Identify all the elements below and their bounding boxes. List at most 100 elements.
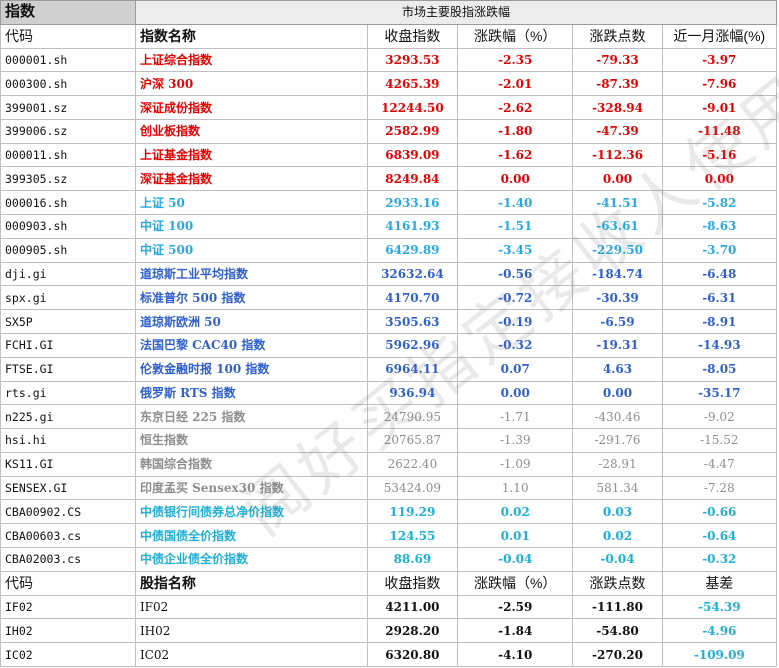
index-code: FCHI.GI [0, 332, 136, 358]
index-code: spx.gi [0, 285, 136, 311]
index-change-pct: -1.62 [457, 142, 574, 168]
index-change-pts: -0.04 [572, 546, 663, 572]
table-row: 000011.sh 上证基金指数 6839.09 -1.62 -112.36 -5.16 [0, 142, 778, 168]
index-change-pct: -2.62 [457, 95, 574, 120]
index-month-pct: -6.48 [661, 261, 778, 287]
index-code: hsi.hi [0, 428, 136, 453]
table-row: KS11.GI 韩国综合指数 2622.40 -1.09 -28.91 -4.47 [0, 451, 778, 477]
index-name: 道琼斯欧洲 50 [134, 309, 368, 334]
futures-header-change-pct: 涨跌幅（%） [457, 570, 574, 596]
index-code: 000903.sh [0, 214, 136, 239]
index-name: 中债企业债全价指数 [134, 546, 368, 572]
table-row: spx.gi 标准普尔 500 指数 4170.70 -0.72 -30.39 -6.31 [0, 285, 778, 311]
index-month-pct: -0.66 [661, 499, 778, 525]
index-month-pct: -8.05 [661, 356, 778, 382]
index-name: 创业板指数 [134, 118, 368, 144]
index-close: 4170.70 [366, 285, 459, 311]
header-name: 指数名称 [134, 23, 368, 49]
index-month-pct: 0.00 [661, 166, 778, 192]
index-code: 000016.sh [0, 190, 136, 216]
table-row: 000001.sh 上证综合指数 3293.53 -2.35 -79.33 -3.97 [0, 47, 778, 73]
index-change-pct: 0.07 [457, 356, 574, 382]
futures-code: IF02 [0, 594, 136, 620]
futures-change-pts: -270.20 [572, 642, 663, 667]
index-change-pts: 581.34 [572, 475, 663, 501]
index-code: n225.gi [0, 404, 136, 430]
index-change-pct: 0.00 [457, 166, 574, 192]
corner-label: 指数 [0, 0, 136, 25]
index-month-pct: -35.17 [661, 380, 778, 406]
index-change-pts: 0.02 [572, 523, 663, 548]
index-close: 20765.87 [366, 428, 459, 453]
index-month-pct: -7.96 [661, 71, 778, 97]
futures-name: IH02 [134, 618, 368, 644]
title-row: 指数 市场主要股指涨跌幅 [0, 0, 778, 25]
table-row: n225.gi 东京日经 225 指数 24790.95 -1.71 -430.46 -9… [0, 404, 778, 430]
table-row: rts.gi 俄罗斯 RTS 指数 936.94 0.00 0.00 -35.17 [0, 380, 778, 406]
header-row: 代码 指数名称 收盘指数 涨跌幅（%） 涨跌点数 近一月涨幅(%) [0, 23, 778, 49]
index-month-pct: -5.16 [661, 142, 778, 168]
table-row: 000905.sh 中证 500 6429.89 -3.45 -229.50 -3.70 [0, 237, 778, 263]
table-row: CBA00603.cs 中债国债全价指数 124.55 0.01 0.02 -0.64 [0, 523, 778, 548]
index-name: 中债银行间债券总净价指数 [134, 499, 368, 525]
futures-code: IC02 [0, 642, 136, 667]
futures-row: IF02 IF02 4211.00 -2.59 -111.80 -54.39 [0, 594, 778, 620]
index-code: 399305.sz [0, 166, 136, 192]
index-code: rts.gi [0, 380, 136, 406]
index-code: 399006.sz [0, 118, 136, 144]
index-month-pct: -5.82 [661, 190, 778, 216]
index-code: SX5P [0, 309, 136, 334]
index-change-pct: -0.32 [457, 332, 574, 358]
market-index-table: 指数 市场主要股指涨跌幅 代码 指数名称 收盘指数 涨跌幅（%） 涨跌点数 近一… [0, 0, 778, 667]
index-close: 53424.09 [366, 475, 459, 501]
table-row: 000300.sh 沪深 300 4265.39 -2.01 -87.39 -7.96 [0, 71, 778, 97]
index-change-pts: 0.03 [572, 499, 663, 525]
index-name: 恒生指数 [134, 428, 368, 453]
futures-close: 4211.00 [366, 594, 459, 620]
index-change-pts: -28.91 [572, 451, 663, 477]
table-row: CBA00902.CS 中债银行间债券总净价指数 119.29 0.02 0.03 -0.… [0, 499, 778, 525]
index-month-pct: -14.93 [661, 332, 778, 358]
index-month-pct: -15.52 [661, 428, 778, 453]
index-name: 韩国综合指数 [134, 451, 368, 477]
futures-name: IC02 [134, 642, 368, 667]
futures-header-row: 代码 股指名称 收盘指数 涨跌幅（%） 涨跌点数 基差 [0, 570, 778, 596]
index-change-pts: 0.00 [572, 166, 663, 192]
index-change-pts: -229.50 [572, 237, 663, 263]
index-change-pct: -1.40 [457, 190, 574, 216]
futures-name: IF02 [134, 594, 368, 620]
futures-basis: -109.09 [661, 642, 778, 667]
index-month-pct: -9.01 [661, 95, 778, 120]
index-name: 上证 50 [134, 190, 368, 216]
futures-header-name: 股指名称 [134, 570, 368, 596]
index-change-pct: 0.01 [457, 523, 574, 548]
index-change-pts: -430.46 [572, 404, 663, 430]
futures-change-pct: -4.10 [457, 642, 574, 667]
index-change-pct: -2.01 [457, 71, 574, 97]
futures-row: IC02 IC02 6320.80 -4.10 -270.20 -109.09 [0, 642, 778, 667]
index-change-pts: -63.61 [572, 214, 663, 239]
index-name: 俄罗斯 RTS 指数 [134, 380, 368, 406]
index-change-pct: -1.09 [457, 451, 574, 477]
index-close: 4265.39 [366, 71, 459, 97]
index-close: 6429.89 [366, 237, 459, 263]
index-code: SENSEX.GI [0, 475, 136, 501]
index-month-pct: -3.97 [661, 47, 778, 73]
index-name: 深证基金指数 [134, 166, 368, 192]
index-month-pct: -0.32 [661, 546, 778, 572]
table-row: 000903.sh 中证 100 4161.93 -1.51 -63.61 -8.63 [0, 214, 778, 239]
index-change-pts: -112.36 [572, 142, 663, 168]
index-name: 深证成份指数 [134, 95, 368, 120]
header-change-pts: 涨跌点数 [572, 23, 663, 49]
table-row: 399006.sz 创业板指数 2582.99 -1.80 -47.39 -11.48 [0, 118, 778, 144]
index-close: 5962.96 [366, 332, 459, 358]
index-change-pts: -328.94 [572, 95, 663, 120]
index-change-pct: -0.56 [457, 261, 574, 287]
index-close: 12244.50 [366, 95, 459, 120]
table-row: hsi.hi 恒生指数 20765.87 -1.39 -291.76 -15.52 [0, 428, 778, 453]
index-close: 119.29 [366, 499, 459, 525]
index-code: dji.gi [0, 261, 136, 287]
index-name: 中证 100 [134, 214, 368, 239]
index-close: 124.55 [366, 523, 459, 548]
index-close: 4161.93 [366, 214, 459, 239]
